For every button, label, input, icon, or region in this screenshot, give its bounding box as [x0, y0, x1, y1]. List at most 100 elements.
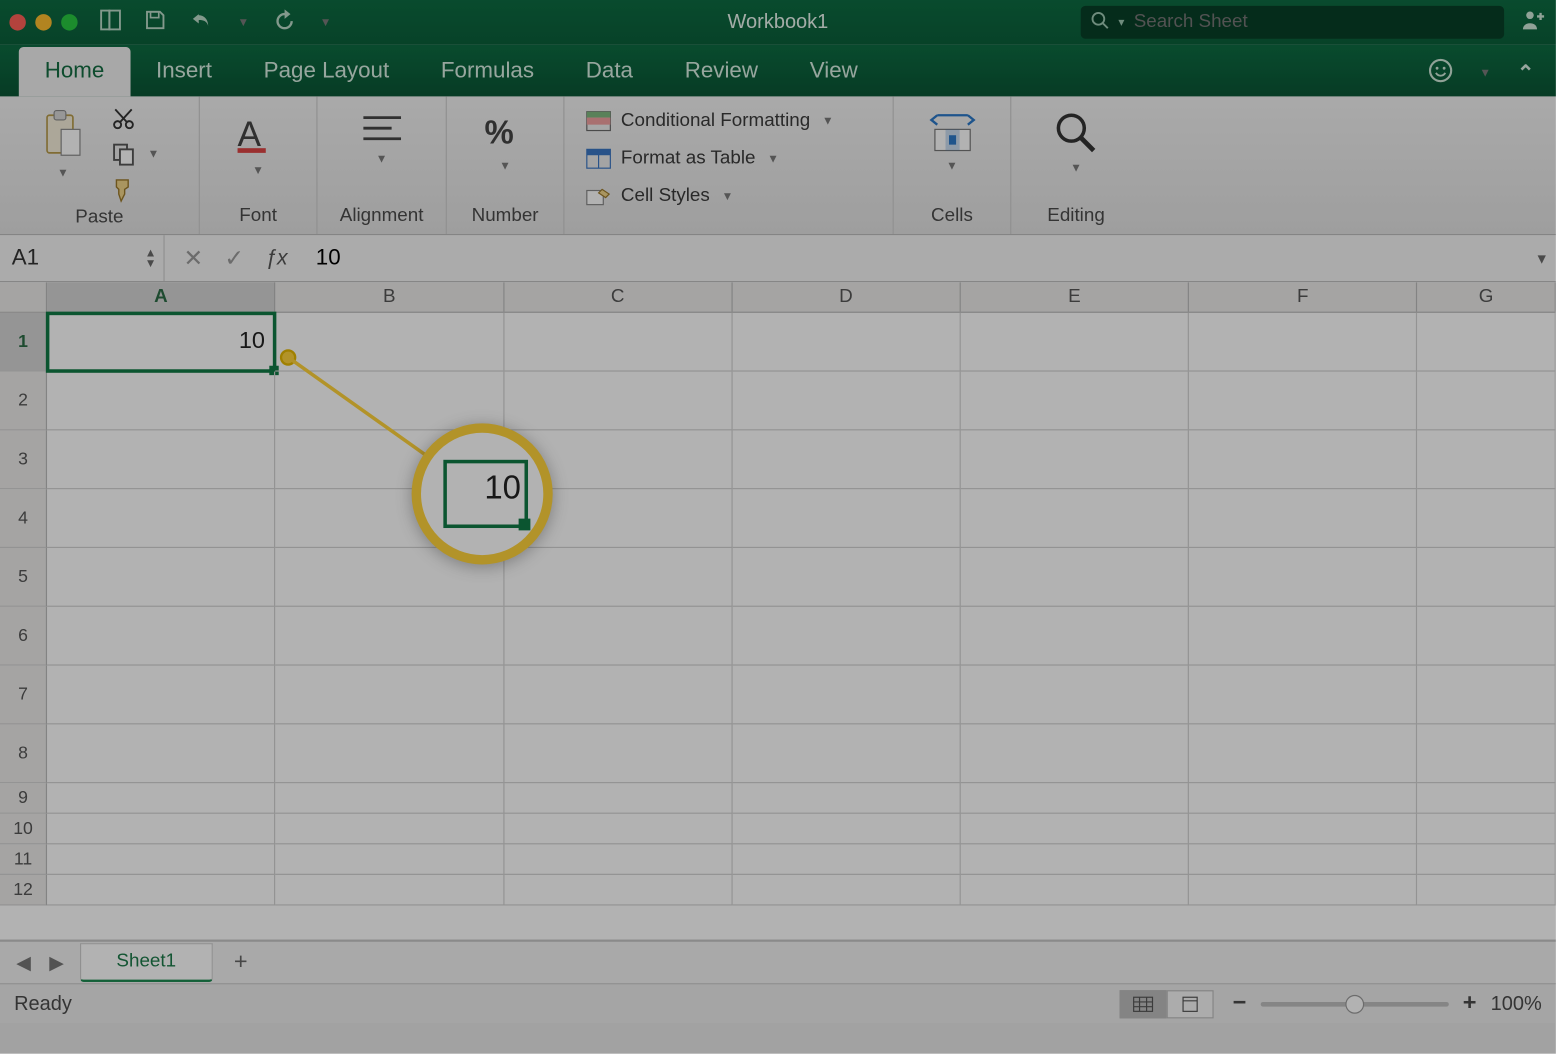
- cell[interactable]: [732, 607, 960, 666]
- cell[interactable]: [961, 875, 1189, 906]
- accept-formula-icon[interactable]: ✓: [224, 243, 244, 272]
- cell[interactable]: [1417, 844, 1556, 875]
- cancel-formula-icon[interactable]: ✕: [183, 243, 203, 272]
- cell[interactable]: [47, 844, 275, 875]
- undo-icon[interactable]: [188, 9, 214, 36]
- row-header[interactable]: 2: [0, 372, 47, 431]
- row-header[interactable]: 11: [0, 844, 47, 875]
- expand-formula-bar[interactable]: ▼: [1528, 250, 1556, 266]
- cell[interactable]: [504, 875, 732, 906]
- search-dropdown[interactable]: ▾: [1116, 16, 1127, 29]
- cell[interactable]: [732, 313, 960, 372]
- cell[interactable]: [276, 666, 504, 725]
- tab-insert[interactable]: Insert: [130, 47, 238, 96]
- col-header-e[interactable]: E: [961, 282, 1189, 311]
- cell[interactable]: [1417, 372, 1556, 431]
- tab-home[interactable]: Home: [19, 47, 130, 96]
- cell[interactable]: [1189, 666, 1417, 725]
- cell[interactable]: [1189, 548, 1417, 607]
- cell[interactable]: [732, 844, 960, 875]
- cell[interactable]: [1189, 607, 1417, 666]
- format-painter-button[interactable]: [105, 174, 166, 207]
- cell[interactable]: [276, 875, 504, 906]
- cell[interactable]: [504, 783, 732, 814]
- cell[interactable]: [1189, 844, 1417, 875]
- view-normal-button[interactable]: [1120, 990, 1167, 1018]
- cell[interactable]: [961, 724, 1189, 783]
- collapse-ribbon-icon[interactable]: ⌃: [1517, 61, 1535, 86]
- cell[interactable]: [1189, 814, 1417, 845]
- zoom-level[interactable]: 100%: [1491, 992, 1542, 1016]
- cell[interactable]: [1189, 313, 1417, 372]
- cell[interactable]: [1189, 489, 1417, 548]
- cell[interactable]: [1417, 783, 1556, 814]
- row-header[interactable]: 9: [0, 783, 47, 814]
- sheet-tab-1[interactable]: Sheet1: [80, 943, 213, 982]
- row-header[interactable]: 1: [0, 313, 47, 372]
- cell[interactable]: [732, 724, 960, 783]
- formula-input[interactable]: [306, 245, 1527, 271]
- zoom-slider[interactable]: [1260, 1001, 1448, 1006]
- cell[interactable]: [47, 607, 275, 666]
- row-header[interactable]: 8: [0, 724, 47, 783]
- cell[interactable]: [504, 724, 732, 783]
- maximize-window-button[interactable]: [61, 14, 77, 30]
- cell[interactable]: [47, 783, 275, 814]
- cell[interactable]: [504, 844, 732, 875]
- cell[interactable]: [961, 844, 1189, 875]
- search-input[interactable]: [1134, 12, 1495, 33]
- cell[interactable]: [276, 372, 504, 431]
- cut-button[interactable]: [105, 103, 166, 134]
- cell[interactable]: [276, 783, 504, 814]
- alignment-button[interactable]: ▼: [349, 103, 415, 170]
- col-header-f[interactable]: F: [1189, 282, 1417, 311]
- tab-page-layout[interactable]: Page Layout: [238, 47, 415, 96]
- cell[interactable]: [732, 372, 960, 431]
- cell[interactable]: [47, 372, 275, 431]
- cell[interactable]: [961, 666, 1189, 725]
- cell[interactable]: [504, 814, 732, 845]
- name-box-spinner[interactable]: ▲▼: [145, 248, 157, 269]
- row-header[interactable]: 6: [0, 607, 47, 666]
- view-page-layout-button[interactable]: [1167, 990, 1214, 1018]
- cell[interactable]: [961, 489, 1189, 548]
- sheet-nav-next[interactable]: ▶: [40, 946, 73, 979]
- cell[interactable]: [1417, 814, 1556, 845]
- col-header-a[interactable]: A: [47, 282, 275, 311]
- fx-icon[interactable]: ƒx: [265, 246, 287, 271]
- tab-view[interactable]: View: [784, 47, 884, 96]
- cell[interactable]: [47, 666, 275, 725]
- cell[interactable]: [504, 372, 732, 431]
- paste-button[interactable]: ▼: [32, 103, 93, 184]
- cell[interactable]: [961, 313, 1189, 372]
- cell[interactable]: 10: [47, 313, 275, 372]
- cell[interactable]: [1417, 548, 1556, 607]
- cell[interactable]: [1417, 724, 1556, 783]
- cell[interactable]: [732, 814, 960, 845]
- minimize-window-button[interactable]: [35, 14, 51, 30]
- row-header[interactable]: 4: [0, 489, 47, 548]
- editing-button[interactable]: ▼: [1044, 103, 1108, 179]
- close-window-button[interactable]: [9, 14, 25, 30]
- col-header-g[interactable]: G: [1417, 282, 1555, 311]
- cell[interactable]: [732, 875, 960, 906]
- share-icon[interactable]: [1521, 8, 1547, 37]
- cell[interactable]: [47, 724, 275, 783]
- emoji-icon[interactable]: [1428, 58, 1454, 90]
- cell[interactable]: [276, 607, 504, 666]
- tab-data[interactable]: Data: [560, 47, 659, 96]
- tab-formulas[interactable]: Formulas: [415, 47, 560, 96]
- cell[interactable]: [1189, 430, 1417, 489]
- zoom-out-button[interactable]: −: [1233, 990, 1247, 1017]
- cell[interactable]: [732, 430, 960, 489]
- cell[interactable]: [732, 489, 960, 548]
- cell[interactable]: [1189, 372, 1417, 431]
- cell[interactable]: [961, 548, 1189, 607]
- select-all-corner[interactable]: [0, 282, 47, 311]
- cell[interactable]: [1417, 666, 1556, 725]
- cell[interactable]: [276, 313, 504, 372]
- tab-review[interactable]: Review: [659, 47, 784, 96]
- cell[interactable]: [1417, 313, 1556, 372]
- cell[interactable]: [47, 875, 275, 906]
- spreadsheet-grid[interactable]: A B C D E F G 11023456789101112 10: [0, 282, 1556, 941]
